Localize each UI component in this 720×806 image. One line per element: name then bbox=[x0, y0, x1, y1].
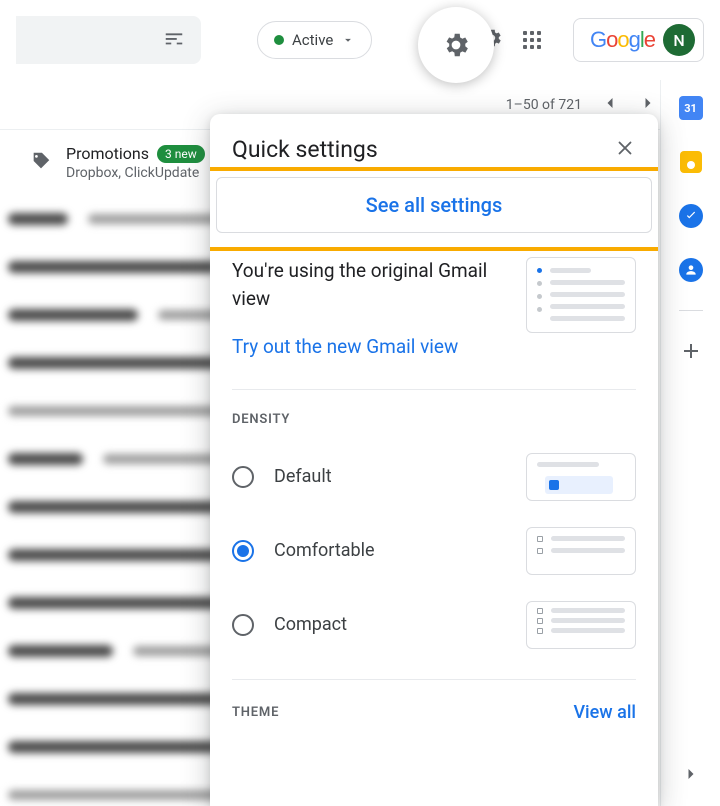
google-logo: Google bbox=[590, 27, 655, 53]
density-default-label: Default bbox=[274, 466, 506, 487]
density-compact-thumb bbox=[526, 601, 636, 649]
theme-label: THEME bbox=[232, 705, 279, 720]
gear-icon bbox=[441, 30, 471, 60]
density-label: DENSITY bbox=[232, 412, 636, 427]
side-panel: 31 bbox=[660, 80, 720, 806]
pager-text: 1–50 of 721 bbox=[506, 97, 582, 113]
try-new-view-link[interactable]: Try out the new Gmail view bbox=[232, 334, 506, 361]
quick-settings-title: Quick settings bbox=[232, 136, 378, 163]
density-comfortable-label: Comfortable bbox=[274, 540, 506, 561]
radio-checked-icon bbox=[232, 540, 254, 562]
theme-view-all-link[interactable]: View all bbox=[573, 702, 636, 723]
quick-settings-panel: Quick settings See all settings You're u… bbox=[210, 114, 658, 806]
status-dot-icon bbox=[274, 35, 284, 45]
see-all-settings-button[interactable]: See all settings bbox=[216, 177, 652, 233]
chevron-down-icon bbox=[341, 33, 355, 47]
density-comfortable-option[interactable]: Comfortable bbox=[232, 527, 636, 575]
apps-icon[interactable] bbox=[523, 31, 541, 49]
density-default-option[interactable]: Default bbox=[232, 453, 636, 501]
density-default-thumb bbox=[526, 453, 636, 501]
keep-icon[interactable] bbox=[677, 148, 705, 176]
contacts-icon[interactable] bbox=[677, 256, 705, 284]
tasks-icon[interactable] bbox=[677, 202, 705, 230]
quick-settings-scroll[interactable]: You're using the original Gmail view Try… bbox=[210, 245, 658, 806]
account-button[interactable]: Google N bbox=[573, 18, 704, 62]
category-senders: Dropbox, ClickUpdate bbox=[66, 165, 205, 181]
settings-highlight[interactable] bbox=[418, 7, 494, 83]
avatar: N bbox=[663, 24, 695, 56]
side-divider bbox=[679, 310, 703, 311]
radio-icon bbox=[232, 466, 254, 488]
prev-page-button[interactable] bbox=[600, 93, 620, 117]
search-box[interactable] bbox=[16, 16, 201, 64]
calendar-icon[interactable]: 31 bbox=[677, 94, 705, 122]
add-addon-icon[interactable] bbox=[677, 337, 705, 365]
density-compact-option[interactable]: Compact bbox=[232, 601, 636, 649]
tune-icon[interactable] bbox=[163, 27, 185, 53]
new-badge: 3 new bbox=[157, 145, 205, 163]
tag-icon bbox=[30, 150, 52, 176]
close-button[interactable] bbox=[614, 137, 636, 163]
status-chip[interactable]: Active bbox=[257, 21, 372, 59]
radio-icon bbox=[232, 614, 254, 636]
gmail-view-section: You're using the original Gmail view Try… bbox=[232, 245, 636, 361]
density-comfortable-thumb bbox=[526, 527, 636, 575]
status-label: Active bbox=[292, 31, 333, 49]
category-name: Promotions bbox=[66, 144, 149, 163]
next-page-button[interactable] bbox=[638, 93, 658, 117]
view-info-text: You're using the original Gmail view bbox=[232, 259, 487, 310]
view-thumb bbox=[526, 257, 636, 333]
collapse-side-icon[interactable] bbox=[677, 760, 705, 788]
density-compact-label: Compact bbox=[274, 614, 506, 635]
top-bar: Active Google N bbox=[0, 0, 720, 80]
theme-section: THEME View all bbox=[232, 679, 636, 723]
